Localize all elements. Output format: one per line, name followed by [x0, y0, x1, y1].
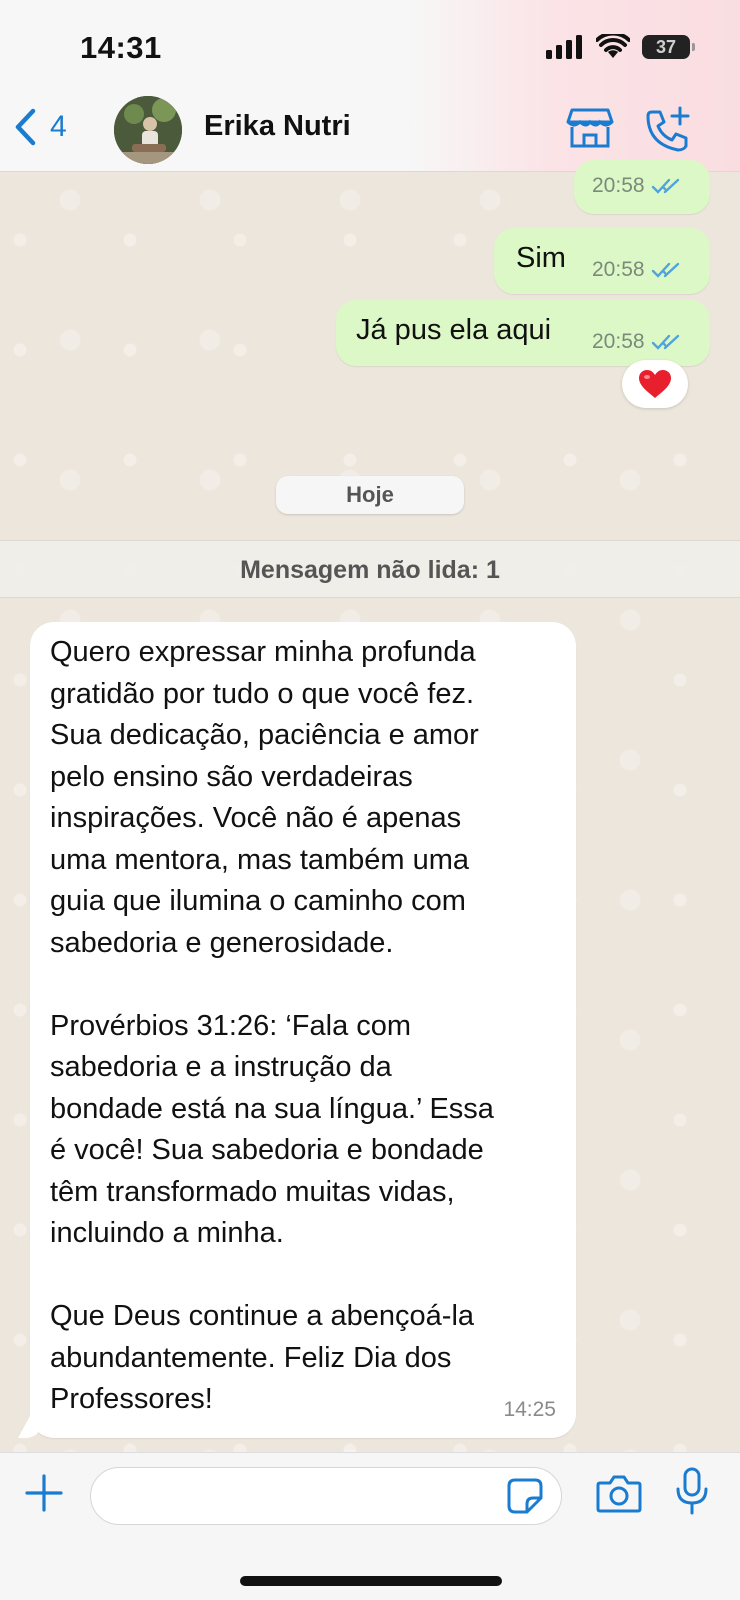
- read-ticks-icon: [651, 334, 679, 350]
- home-indicator[interactable]: [240, 1576, 502, 1586]
- heart-icon: [639, 370, 671, 398]
- message-time: 20:58: [592, 258, 645, 281]
- message-time: 14:25: [503, 1398, 556, 1421]
- store-icon[interactable]: [566, 106, 614, 150]
- heart-reaction[interactable]: [622, 360, 688, 408]
- status-time: 14:31: [80, 30, 162, 65]
- avatar[interactable]: [114, 96, 182, 164]
- date-separator: Hoje: [276, 476, 464, 514]
- message-text: Sim: [516, 242, 566, 274]
- outgoing-message[interactable]: 20:58: [574, 160, 710, 214]
- camera-icon[interactable]: [596, 1473, 642, 1513]
- battery-level: 37: [655, 36, 677, 57]
- message-meta: 20:58: [592, 330, 681, 354]
- sticker-icon[interactable]: [507, 1478, 543, 1514]
- read-ticks-icon: [651, 178, 679, 194]
- plus-icon[interactable]: [24, 1473, 64, 1513]
- message-text: Já pus ela aqui: [356, 314, 552, 346]
- message-text: Quero expressar minha profunda gratidão …: [50, 636, 494, 1415]
- wifi-icon: [596, 34, 630, 58]
- message-meta: 20:58: [592, 174, 681, 198]
- read-ticks-icon: [651, 262, 679, 278]
- add-call-icon[interactable]: [644, 106, 692, 152]
- status-bar: 14:31 37: [0, 0, 740, 88]
- outgoing-message[interactable]: Já pus ela aqui 20:58: [336, 300, 710, 366]
- message-time: 20:58: [592, 330, 645, 353]
- battery-icon: 37: [642, 35, 695, 59]
- incoming-message[interactable]: Quero expressar minha profunda gratidão …: [18, 622, 576, 1438]
- unread-messages-banner: Mensagem não lida: 1: [0, 540, 740, 598]
- message-time: 20:58: [592, 174, 645, 197]
- message-input[interactable]: [90, 1467, 562, 1525]
- chevron-left-icon: [15, 108, 36, 146]
- message-meta: 20:58: [592, 258, 681, 282]
- signal-icon: [546, 35, 582, 59]
- contact-name[interactable]: Erika Nutri: [204, 110, 351, 143]
- avatar-photo: [114, 96, 182, 164]
- back-button[interactable]: 4: [14, 108, 67, 146]
- microphone-icon[interactable]: [674, 1467, 710, 1515]
- outgoing-message[interactable]: Sim 20:58: [494, 228, 710, 294]
- unread-chats-count: 4: [50, 110, 67, 143]
- status-icons: 37: [546, 34, 695, 60]
